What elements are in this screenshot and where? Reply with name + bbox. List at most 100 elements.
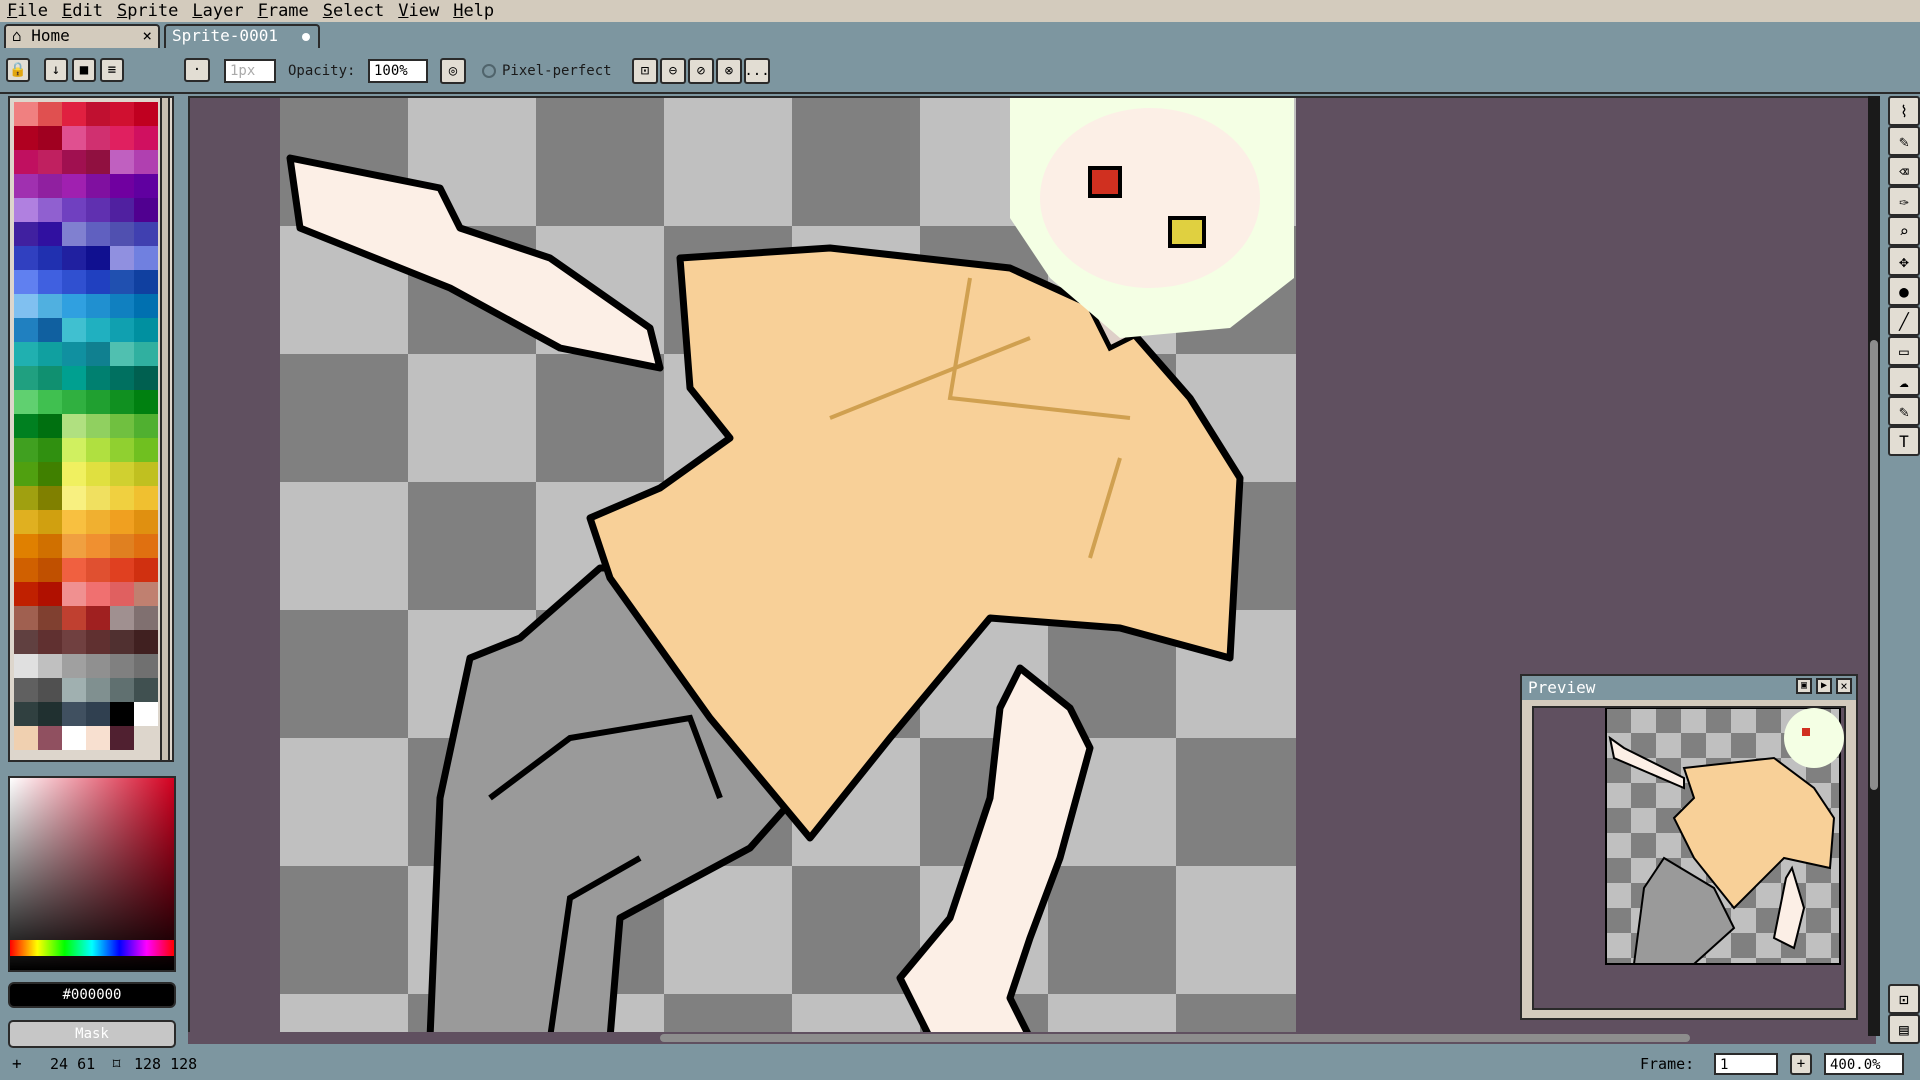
palette-swatch[interactable]: [134, 150, 158, 174]
palette-swatch[interactable]: [86, 630, 110, 654]
palette-swatch[interactable]: [14, 246, 38, 270]
palette-swatch[interactable]: [62, 126, 86, 150]
palette-swatch[interactable]: [110, 246, 134, 270]
menu-frame[interactable]: Frame: [251, 0, 316, 22]
palette-swatch[interactable]: [62, 102, 86, 126]
preview-canvas[interactable]: [1532, 706, 1846, 1010]
palette-swatch[interactable]: [14, 510, 38, 534]
palette-swatch[interactable]: [86, 654, 110, 678]
eraser-icon[interactable]: ⌫: [1888, 156, 1920, 186]
palette-swatch[interactable]: [134, 606, 158, 630]
palette-swatch[interactable]: [38, 558, 62, 582]
palette-swatch[interactable]: [110, 558, 134, 582]
palette-swatch[interactable]: [14, 702, 38, 726]
palette-swatch[interactable]: [86, 726, 110, 750]
palette-swatch[interactable]: [14, 294, 38, 318]
horizontal-scrollbar-thumb[interactable]: [660, 1034, 1690, 1042]
palette-swatch[interactable]: [14, 342, 38, 366]
palette-swatch[interactable]: [62, 318, 86, 342]
palette-swatch[interactable]: [86, 534, 110, 558]
palette-swatch[interactable]: [134, 414, 158, 438]
palette-swatch[interactable]: [14, 126, 38, 150]
palette-swatch[interactable]: [38, 126, 62, 150]
palette-swatch[interactable]: [86, 678, 110, 702]
rectangle-icon[interactable]: ▭: [1888, 336, 1920, 366]
palette-swatch[interactable]: [38, 726, 62, 750]
palette-swatch[interactable]: [86, 510, 110, 534]
palette-swatch[interactable]: [38, 678, 62, 702]
palette-swatch[interactable]: [62, 366, 86, 390]
palette-swatch[interactable]: [86, 606, 110, 630]
palette-swatch[interactable]: [110, 606, 134, 630]
pencil-icon[interactable]: ✎: [1888, 126, 1920, 156]
palette-swatch[interactable]: [86, 222, 110, 246]
palette-swatch[interactable]: [62, 246, 86, 270]
palette-swatch[interactable]: [14, 318, 38, 342]
palette-swatch[interactable]: [38, 174, 62, 198]
palette-swatch[interactable]: [14, 198, 38, 222]
palette-swatch[interactable]: [86, 150, 110, 174]
palette-swatch[interactable]: [110, 366, 134, 390]
palette-swatch[interactable]: [38, 222, 62, 246]
palette-swatch[interactable]: [14, 534, 38, 558]
palette-swatch[interactable]: [134, 102, 158, 126]
palette-swatch[interactable]: [86, 126, 110, 150]
palette-swatch[interactable]: [62, 294, 86, 318]
palette-swatch[interactable]: [38, 582, 62, 606]
preview-title-bar[interactable]: Preview ▣ ▶ ×: [1522, 676, 1856, 700]
palette-swatch[interactable]: [86, 558, 110, 582]
palette-swatch[interactable]: [86, 462, 110, 486]
list-icon[interactable]: ≡: [100, 58, 124, 82]
palette-swatch[interactable]: [62, 726, 86, 750]
menu-view[interactable]: View: [391, 0, 446, 22]
palette-swatch[interactable]: [134, 558, 158, 582]
preview-mode-icon[interactable]: ▣: [1796, 678, 1812, 694]
frame-input[interactable]: 1: [1714, 1053, 1778, 1075]
palette-swatch[interactable]: [38, 654, 62, 678]
palette-swatch[interactable]: [110, 486, 134, 510]
palette-swatch[interactable]: [14, 462, 38, 486]
palette-swatch[interactable]: [38, 606, 62, 630]
line-icon[interactable]: ╱: [1888, 306, 1920, 336]
palette-swatch[interactable]: [110, 294, 134, 318]
palette-swatch[interactable]: [86, 318, 110, 342]
palette-swatch[interactable]: [134, 534, 158, 558]
palette-swatch[interactable]: [134, 342, 158, 366]
palette-swatch[interactable]: [134, 702, 158, 726]
palette-swatch[interactable]: [62, 582, 86, 606]
fill-icon[interactable]: ●: [1888, 276, 1920, 306]
palette-swatch[interactable]: [38, 438, 62, 462]
palette-swatch[interactable]: [86, 198, 110, 222]
palette-swatch[interactable]: [62, 510, 86, 534]
palette-swatch[interactable]: [38, 294, 62, 318]
palette-swatch[interactable]: [62, 678, 86, 702]
lock-icon[interactable]: 🔒: [6, 58, 30, 82]
timeline-icon[interactable]: ▤: [1888, 1014, 1920, 1044]
palette-swatch[interactable]: [62, 390, 86, 414]
palette-swatch[interactable]: [134, 222, 158, 246]
palette-swatch[interactable]: [38, 102, 62, 126]
palette-swatch[interactable]: [134, 366, 158, 390]
palette-swatch[interactable]: [38, 366, 62, 390]
palette-swatch[interactable]: [62, 462, 86, 486]
opacity-input[interactable]: 100%: [368, 59, 428, 83]
palette-swatch[interactable]: [110, 510, 134, 534]
horizontal-symmetry-icon[interactable]: ⊖: [660, 58, 686, 84]
palette-swatch[interactable]: [86, 486, 110, 510]
palette-swatch[interactable]: [62, 630, 86, 654]
palette-swatch[interactable]: [134, 126, 158, 150]
palette-swatch[interactable]: [14, 438, 38, 462]
more-options-button[interactable]: ...: [744, 58, 770, 84]
palette-swatch[interactable]: [110, 102, 134, 126]
palette-swatch[interactable]: [86, 582, 110, 606]
palette-swatch[interactable]: [62, 534, 86, 558]
palette-swatch[interactable]: [62, 438, 86, 462]
palette-swatch[interactable]: [38, 510, 62, 534]
palette-swatch[interactable]: [110, 222, 134, 246]
palette-swatch[interactable]: [110, 270, 134, 294]
palette-swatch[interactable]: [14, 222, 38, 246]
palette-swatch[interactable]: [38, 702, 62, 726]
palette-swatch[interactable]: [110, 438, 134, 462]
zoom-icon[interactable]: ⌕: [1888, 216, 1920, 246]
palette-swatch[interactable]: [62, 174, 86, 198]
